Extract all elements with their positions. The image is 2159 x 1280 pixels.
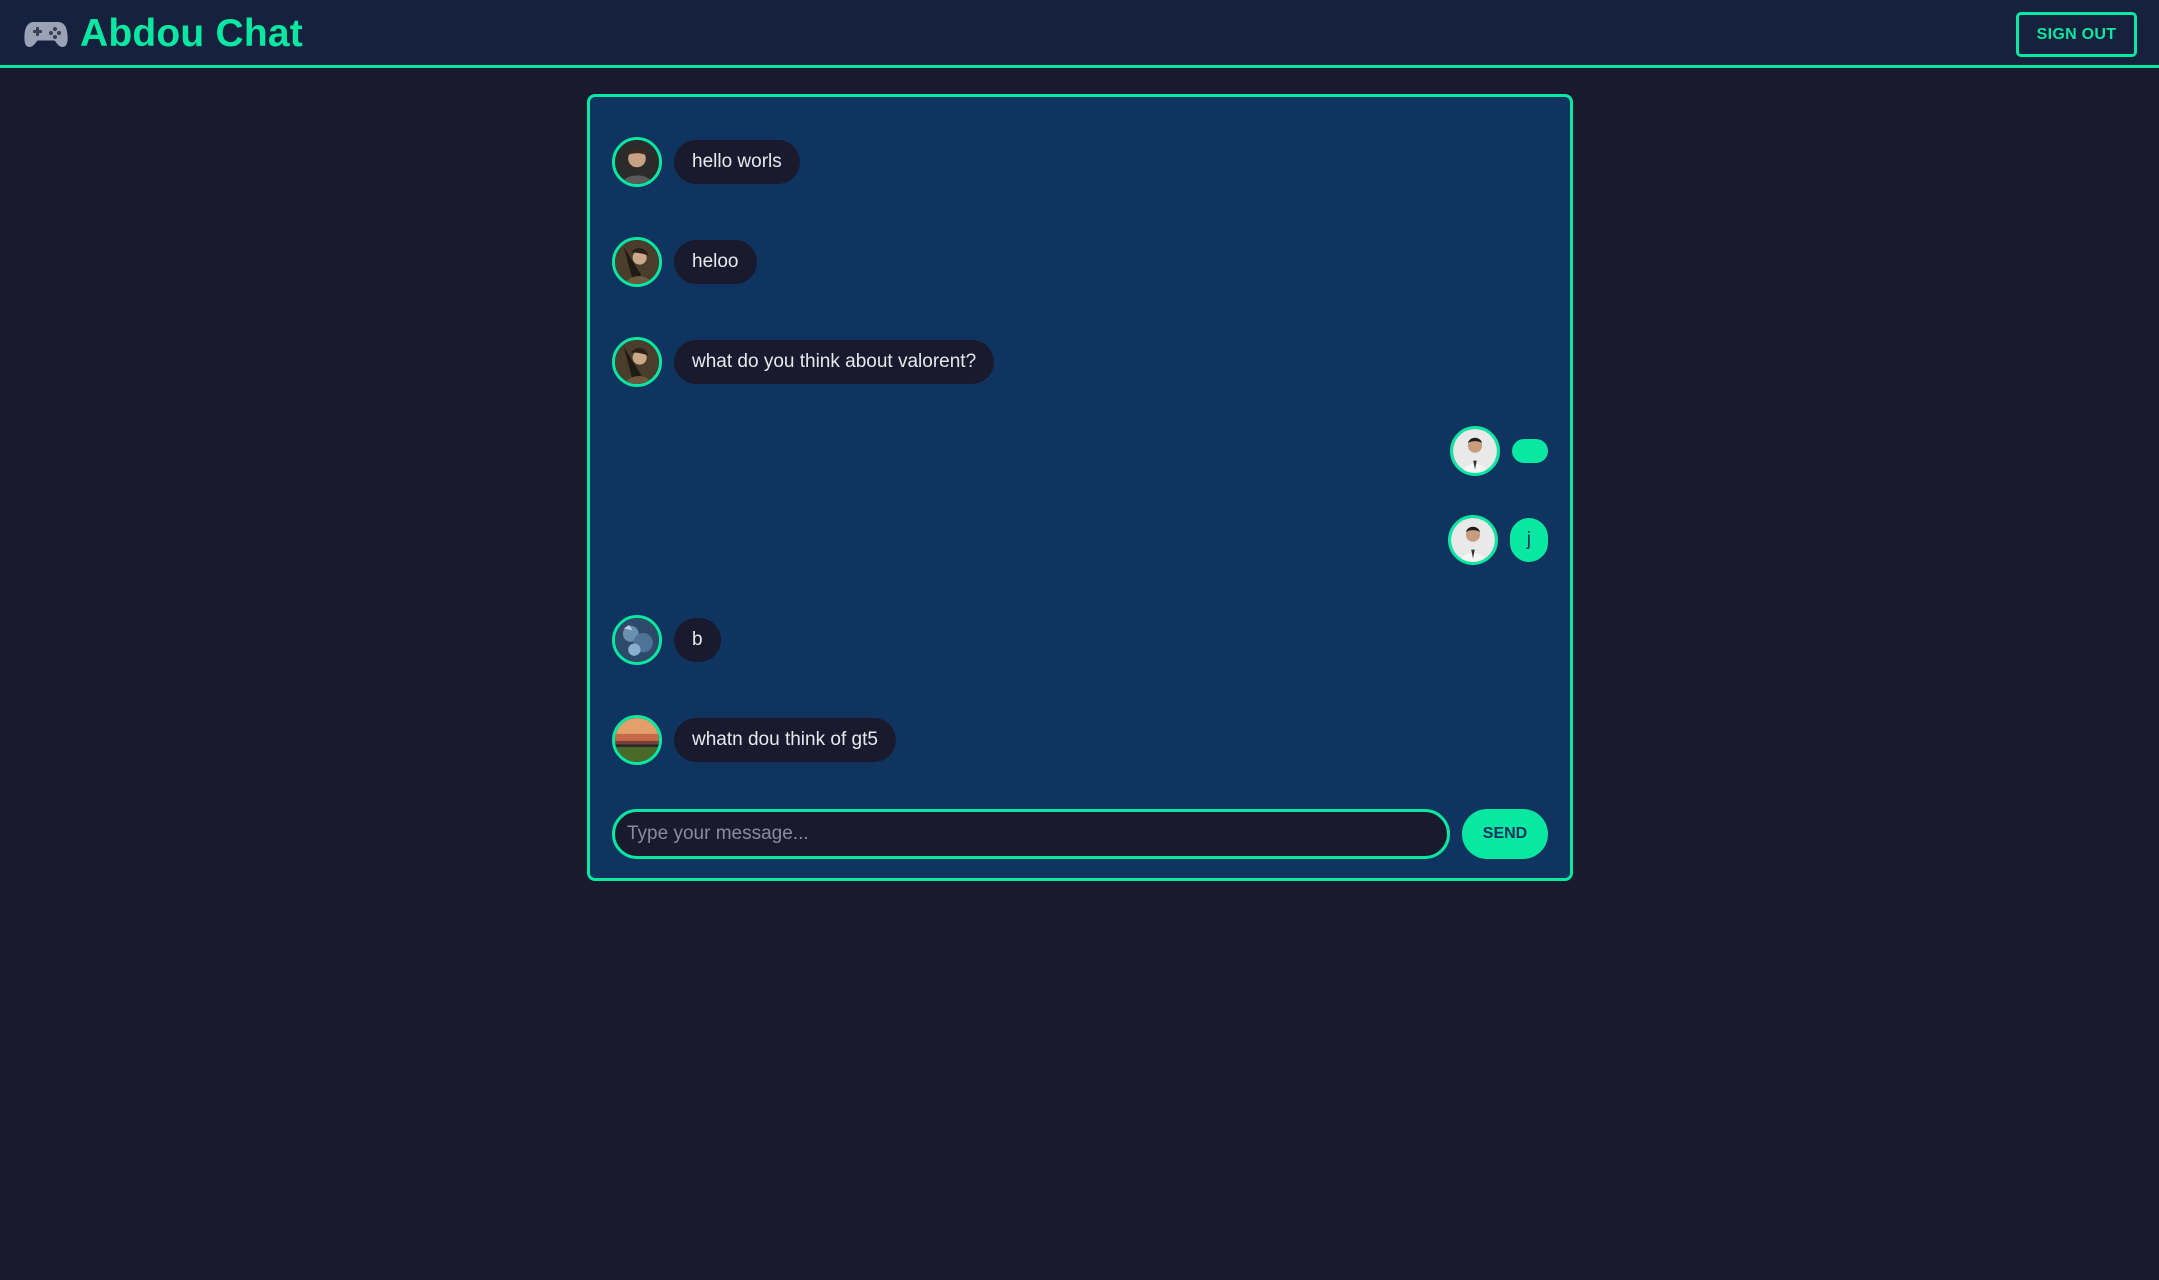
message-row: hello worls	[612, 137, 800, 187]
message-bubble	[1512, 439, 1548, 463]
user-avatar-icon	[1450, 426, 1500, 476]
message-bubble: heloo	[674, 240, 757, 284]
message-row: whatn dou think of gt5	[612, 715, 896, 765]
message-input[interactable]	[612, 809, 1450, 859]
message-row: b	[612, 615, 721, 665]
message-row: what do you think about valorent?	[612, 337, 995, 387]
message-composer: SEND	[612, 809, 1552, 859]
user-avatar-icon	[612, 337, 662, 387]
top-navbar: Abdou Chat SIGN OUT	[0, 0, 2159, 68]
user-avatar-icon	[612, 237, 662, 287]
message-bubble: whatn dou think of gt5	[674, 718, 896, 762]
user-avatar-icon	[1447, 515, 1498, 565]
user-avatar-icon	[612, 137, 662, 187]
send-button[interactable]: SEND	[1462, 809, 1548, 859]
sign-out-button[interactable]: SIGN OUT	[2016, 12, 2137, 57]
user-avatar-icon	[612, 715, 662, 765]
chat-panel: hello worls heloo what do you think abou…	[587, 94, 1573, 881]
app-title: Abdou Chat	[80, 12, 303, 55]
message-bubble: b	[674, 618, 721, 662]
message-bubble: what do you think about valorent?	[674, 340, 995, 384]
message-bubble: hello worls	[674, 140, 800, 184]
message-row	[1450, 426, 1548, 476]
message-bubble: j	[1509, 518, 1548, 562]
brand: Abdou Chat	[24, 10, 303, 58]
message-row: j	[1447, 515, 1548, 565]
user-avatar-icon	[612, 615, 662, 665]
game-controller-icon	[24, 19, 68, 49]
message-row: heloo	[612, 237, 757, 287]
